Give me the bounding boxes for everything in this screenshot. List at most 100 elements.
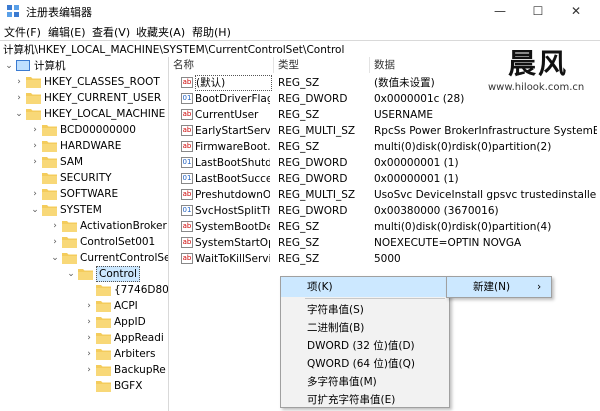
chevron-down-icon[interactable]: ⌄ [14, 105, 24, 123]
submenu-item-label: 项(K) [307, 281, 333, 293]
maximize-button[interactable]: ☐ [524, 2, 552, 20]
menu-file[interactable]: 文件(F) [4, 24, 41, 40]
folder-icon [96, 349, 111, 360]
submenu-item-label: DWORD (32 位)值(D) [307, 340, 415, 352]
submenu-item-label: 多字符串值(M) [307, 376, 377, 388]
value-row[interactable]: abEarlyStartServi... REG_MULTI_SZ RpcSs Po… [169, 123, 600, 139]
binary-value-icon: 01 [181, 93, 193, 104]
chevron-down-icon[interactable]: ⌄ [4, 57, 14, 75]
chevron-down-icon[interactable]: ⌄ [30, 201, 40, 219]
folder-icon [96, 381, 111, 392]
address-path[interactable]: 计算机\HKEY_LOCAL_MACHINE\SYSTEM\CurrentCon… [3, 42, 344, 57]
value-type: REG_DWORD [278, 205, 348, 217]
folder-icon [62, 237, 77, 248]
value-type: REG_SZ [278, 221, 320, 233]
value-row[interactable]: abSystemBootDe... REG_SZ multi(0)disk(0)rd… [169, 219, 600, 235]
folder-icon [62, 221, 77, 232]
column-header-type[interactable]: 类型 [274, 57, 370, 73]
binary-value-icon: 01 [181, 205, 193, 216]
value-name: WaitToKillServi... [195, 253, 270, 265]
submenu-item[interactable]: 字符串值(S) [281, 301, 449, 319]
value-name: PreshutdownO... [195, 189, 270, 201]
chevron-right-icon[interactable]: › [30, 153, 40, 171]
menu-view[interactable]: 查看(V) [92, 24, 130, 40]
folder-icon [78, 269, 93, 280]
value-name: LastBootShutd... [195, 157, 270, 169]
value-type: REG_SZ [278, 77, 320, 89]
submenu-item[interactable]: 二进制值(B) [281, 319, 449, 337]
folder-icon [42, 141, 57, 152]
value-type: REG_SZ [278, 109, 320, 121]
context-menu-new[interactable]: 新建(N) › [447, 277, 551, 297]
string-value-icon: ab [181, 237, 193, 248]
string-value-icon: ab [181, 125, 193, 136]
value-data: NOEXECUTE=OPTIN NOVGA [374, 237, 522, 249]
value-name: FirmwareBoot... [195, 141, 270, 153]
value-name: SvcHostSplitTh... [195, 205, 270, 217]
chevron-right-icon[interactable]: › [84, 361, 94, 379]
chevron-down-icon[interactable]: ⌄ [66, 265, 76, 283]
string-value-icon: ab [181, 221, 193, 232]
binary-value-icon: 01 [181, 173, 193, 184]
close-button[interactable]: ✕ [562, 2, 590, 20]
menu-help[interactable]: 帮助(H) [192, 24, 231, 40]
folder-icon [42, 125, 57, 136]
value-type: REG_DWORD [278, 93, 348, 105]
folder-icon [96, 301, 111, 312]
folder-icon [26, 93, 41, 104]
tree-node-label: Control [96, 266, 140, 282]
watermark-logo-text: 晨风 [508, 47, 569, 80]
value-type: REG_SZ [278, 253, 320, 265]
value-name: CurrentUser [195, 109, 259, 121]
submenu-item[interactable]: 多字符串值(M) [281, 373, 449, 391]
value-data: multi(0)disk(0)rdisk(0)partition(4) [374, 221, 552, 233]
value-row[interactable]: ab FirmwareBoot... REG_SZ multi(0)disk(0)rd… [169, 139, 600, 155]
value-row[interactable]: abSystemStartOp... REG_SZ NOEXECUTE=OPTIN… [169, 235, 600, 251]
minimize-button[interactable]: — [486, 2, 514, 20]
new-submenu: 项(K) 字符串值(S) 二进制值(B) DWORD (32 位)值(D) QWORD … [280, 276, 450, 408]
folder-icon [26, 109, 41, 120]
title-bar: 注册表编辑器 — ☐ ✕ [0, 0, 600, 22]
value-row[interactable]: 01SvcHostSplitTh... REG_DWORD 0x00380000 (… [169, 203, 600, 219]
submenu-item[interactable]: 项(K) [281, 277, 449, 297]
value-data: UsoSvc DeviceInstall gpsvc trustedinstal… [374, 189, 597, 201]
folder-icon [96, 333, 111, 344]
value-data: 0x00380000 (3670016) [374, 205, 499, 217]
submenu-item[interactable]: DWORD (32 位)值(D) [281, 337, 449, 355]
binary-value-icon: 01 [181, 157, 193, 168]
menu-edit[interactable]: 编辑(E) [48, 24, 86, 40]
submenu-item-label: QWORD (64 位)值(Q) [307, 358, 415, 370]
menu-favorites[interactable]: 收藏夹(A) [136, 24, 185, 40]
tree-node-label: CurrentControlSe [80, 252, 169, 264]
tree-node-label: BGFX [114, 380, 143, 392]
value-type: REG_DWORD [278, 173, 348, 185]
value-data: 0x00000001 (1) [374, 173, 459, 185]
watermark-logo: 晨风 www.hilook.com.cn [480, 42, 600, 98]
submenu-item-label: 字符串值(S) [307, 304, 364, 316]
value-row[interactable]: abPreshutdownO... REG_MULTI_SZ UsoSvc Devi… [169, 187, 600, 203]
value-row[interactable]: 01LastBootSucce... REG_DWORD 0x00000001 (1… [169, 171, 600, 187]
value-data: RpcSs Power BrokerInfrastructure SystemE… [374, 125, 597, 137]
column-header-name[interactable]: 名称 [169, 57, 274, 73]
value-type: REG_SZ [278, 237, 320, 249]
folder-icon [42, 189, 57, 200]
folder-icon [26, 77, 41, 88]
value-type: REG_SZ [278, 141, 320, 153]
string-value-icon: ab [181, 189, 193, 200]
value-row[interactable]: 01LastBootShutd... REG_DWORD 0x00000001 (1… [169, 155, 600, 171]
folder-icon [42, 205, 57, 216]
context-menu-new-label: 新建(N) [473, 281, 511, 293]
context-menu: 新建(N) › [446, 276, 552, 298]
registry-tree[interactable]: ⌄ 计算机 › HKEY_CLASSES_ROOT › HKEY_CURRENT_USER… [0, 57, 169, 411]
folder-icon [62, 253, 77, 264]
submenu-item[interactable]: 可扩充字符串值(E) [281, 391, 449, 409]
submenu-item[interactable]: QWORD (64 位)值(Q) [281, 355, 449, 373]
value-type: REG_MULTI_SZ [278, 125, 356, 137]
chevron-down-icon[interactable]: ⌄ [50, 249, 60, 267]
folder-icon [96, 285, 111, 296]
folder-icon [42, 157, 57, 168]
value-row[interactable]: abWaitToKillServi... REG_SZ 5000 [169, 251, 600, 267]
value-row[interactable]: ab CurrentUser REG_SZ USERNAME [169, 107, 600, 123]
menu-bar: 文件(F) 编辑(E) 查看(V) 收藏夹(A) 帮助(H) [0, 22, 600, 40]
regedit-app-icon [7, 5, 19, 17]
